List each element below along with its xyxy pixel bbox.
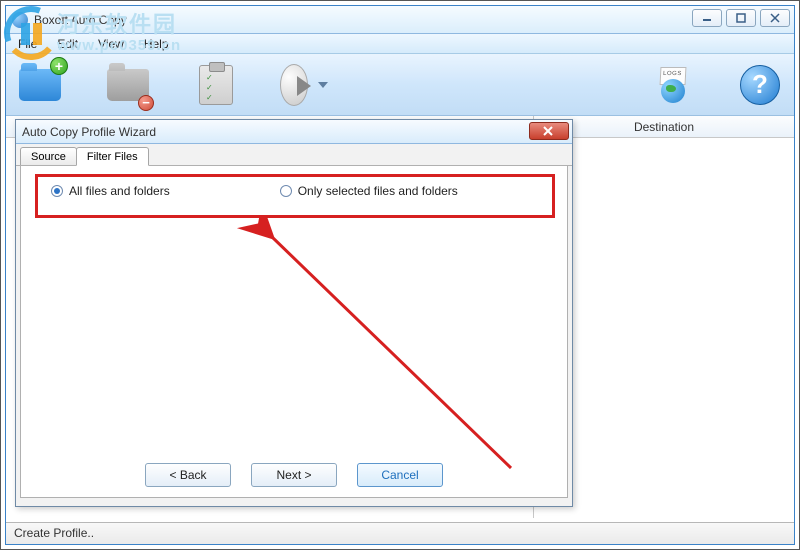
radio-dot-icon	[280, 185, 292, 197]
statusbar: Create Profile..	[6, 522, 794, 544]
dialog-button-row: < Back Next > Cancel	[21, 463, 567, 487]
close-icon	[543, 126, 555, 136]
dialog-close-button[interactable]	[529, 122, 569, 140]
profile-wizard-dialog: Auto Copy Profile Wizard Source Filter F…	[15, 119, 573, 507]
toolbar: + − ?	[6, 54, 794, 116]
help-button[interactable]: ?	[736, 61, 784, 109]
dropdown-chevron-icon[interactable]	[318, 82, 328, 88]
run-button[interactable]	[280, 61, 328, 109]
tab-source[interactable]: Source	[20, 147, 77, 165]
titlebar: Boxoft Auto Copy	[6, 6, 794, 34]
menu-help[interactable]: Help	[136, 36, 177, 52]
dialog-body: All files and folders Only selected file…	[20, 166, 568, 498]
dialog-titlebar: Auto Copy Profile Wizard	[16, 120, 572, 144]
radio-dot-icon	[51, 185, 63, 197]
next-button[interactable]: Next >	[251, 463, 337, 487]
radio-selected-files-label: Only selected files and folders	[298, 184, 458, 198]
menu-edit[interactable]: Edit	[49, 36, 86, 52]
minimize-button[interactable]	[692, 9, 722, 27]
app-title: Boxoft Auto Copy	[34, 13, 127, 27]
add-profile-button[interactable]: +	[16, 61, 64, 109]
menu-view[interactable]: View	[90, 36, 132, 52]
annotation-arrow-icon	[91, 218, 531, 488]
plus-badge-icon: +	[50, 57, 68, 75]
options-button[interactable]	[192, 61, 240, 109]
destination-pane[interactable]	[534, 138, 794, 518]
menubar: File Edit View Help	[6, 34, 794, 54]
maximize-button[interactable]	[726, 9, 756, 27]
logs-button[interactable]	[648, 61, 696, 109]
back-button[interactable]: < Back	[145, 463, 231, 487]
remove-profile-button[interactable]: −	[104, 61, 152, 109]
cancel-button[interactable]: Cancel	[357, 463, 443, 487]
dialog-tabs: Source Filter Files	[16, 144, 572, 166]
play-icon	[280, 64, 308, 106]
tab-filter-files[interactable]: Filter Files	[76, 147, 149, 166]
clipboard-check-icon	[199, 65, 233, 105]
radio-all-files-label: All files and folders	[69, 184, 170, 198]
status-text: Create Profile..	[14, 526, 94, 540]
menu-file[interactable]: File	[10, 36, 45, 52]
dialog-title: Auto Copy Profile Wizard	[22, 125, 156, 139]
minus-badge-icon: −	[138, 95, 154, 111]
radio-all-files[interactable]: All files and folders	[51, 184, 170, 198]
app-icon	[12, 12, 28, 28]
radio-selected-files[interactable]: Only selected files and folders	[280, 184, 458, 198]
close-button[interactable]	[760, 9, 790, 27]
column-destination: Destination	[534, 116, 794, 137]
help-icon: ?	[740, 65, 780, 105]
logs-icon	[654, 67, 690, 103]
